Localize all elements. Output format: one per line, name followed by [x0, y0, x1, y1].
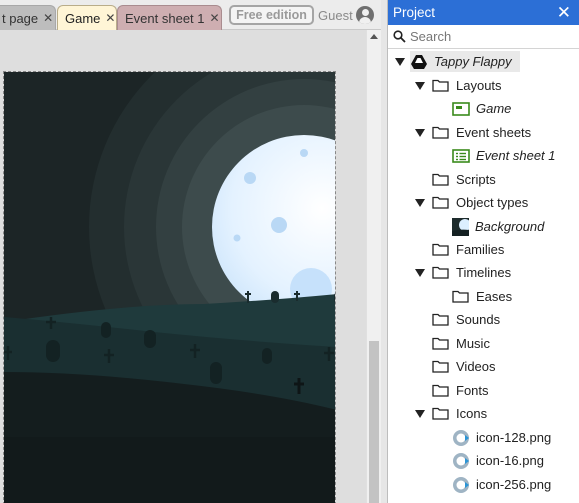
close-icon[interactable]: ✕ — [557, 4, 571, 21]
tab-game[interactable]: Game ✕ — [57, 5, 117, 30]
project-panel-header: Project ✕ — [388, 0, 579, 25]
layout-canvas[interactable] — [3, 71, 336, 503]
folder-icon — [432, 173, 449, 186]
tree-folder-scripts[interactable]: Scripts — [432, 169, 496, 190]
close-icon[interactable]: ✕ — [43, 11, 53, 25]
tab-bar: t page ✕ Game ✕ Event sheet 1 ✕ Free edi… — [0, 0, 384, 30]
folder-icon — [432, 79, 449, 92]
tree-folder-videos[interactable]: Videos — [432, 356, 496, 377]
search-input[interactable] — [410, 29, 570, 44]
tree-folder-music[interactable]: Music — [432, 333, 490, 354]
tree-item-icon-file[interactable]: icon-128.png — [452, 427, 551, 448]
tree-root-project[interactable]: Tappy Flappy — [410, 51, 520, 72]
tree-item-game-layout[interactable]: Game — [452, 98, 511, 119]
tree-folder-fonts[interactable]: Fonts — [432, 380, 489, 401]
search-icon — [393, 30, 406, 43]
tree-folder-event-sheets[interactable]: Event sheets — [432, 122, 531, 143]
expand-arrow-icon[interactable] — [415, 410, 425, 418]
folder-icon — [432, 337, 449, 350]
tree-item-icon-file[interactable]: icon-256.png — [452, 474, 551, 495]
tab-label: Event sheet 1 — [125, 10, 205, 26]
tree-folder-timelines[interactable]: Timelines — [432, 262, 511, 283]
folder-icon — [432, 126, 449, 139]
vertical-scrollbar[interactable] — [366, 30, 381, 503]
user-name[interactable]: Guest — [318, 8, 353, 23]
tab-event-sheet[interactable]: Event sheet 1 ✕ — [117, 5, 222, 30]
panel-title: Project — [393, 5, 436, 20]
expand-arrow-icon[interactable] — [415, 82, 425, 90]
tree-folder-layouts[interactable]: Layouts — [432, 75, 502, 96]
construct-logo-icon — [453, 476, 469, 493]
scrollbar-thumb[interactable] — [369, 341, 379, 503]
background-thumbnail-icon — [452, 217, 469, 236]
construct-logo-icon — [453, 452, 469, 469]
project-panel: Project ✕ Tappy Flappy Layouts — [387, 0, 579, 503]
folder-icon — [432, 313, 449, 326]
tree-folder-object-types[interactable]: Object types — [432, 192, 528, 213]
close-icon[interactable]: ✕ — [105, 11, 115, 25]
tab-start-page[interactable]: t page ✕ — [0, 5, 56, 30]
folder-icon — [432, 384, 449, 397]
layout-editor[interactable] — [0, 30, 366, 503]
tab-label: Game — [65, 10, 101, 26]
tree-folder-eases[interactable]: Eases — [452, 286, 512, 307]
close-icon[interactable]: ✕ — [210, 11, 220, 25]
tree-item-background[interactable]: Background — [452, 216, 544, 237]
scroll-up-arrow-icon[interactable] — [370, 34, 378, 39]
expand-arrow-icon[interactable] — [395, 58, 405, 66]
search-box[interactable] — [388, 25, 579, 49]
user-icon[interactable] — [356, 6, 374, 24]
free-edition-button[interactable]: Free edition — [229, 5, 314, 25]
folder-icon — [432, 360, 449, 373]
layout-icon — [452, 101, 470, 116]
tree-folder-families[interactable]: Families — [432, 239, 504, 260]
folder-icon — [452, 290, 469, 303]
tree-item-event-sheet-1[interactable]: Event sheet 1 — [452, 145, 556, 166]
event-sheet-icon — [452, 148, 470, 163]
cloud-drive-icon — [411, 54, 427, 69]
folder-icon — [432, 196, 449, 209]
folder-icon — [432, 243, 449, 256]
expand-arrow-icon[interactable] — [415, 199, 425, 207]
expand-arrow-icon[interactable] — [415, 129, 425, 137]
tab-label: t page — [2, 10, 39, 26]
folder-icon — [432, 266, 449, 279]
background-image — [4, 72, 335, 503]
expand-arrow-icon[interactable] — [415, 269, 425, 277]
tree-folder-sounds[interactable]: Sounds — [432, 309, 500, 330]
construct-logo-icon — [453, 429, 469, 446]
tree-item-icon-file[interactable]: icon-16.png — [452, 450, 544, 471]
tree-folder-icons[interactable]: Icons — [432, 403, 487, 424]
folder-icon — [432, 407, 449, 420]
